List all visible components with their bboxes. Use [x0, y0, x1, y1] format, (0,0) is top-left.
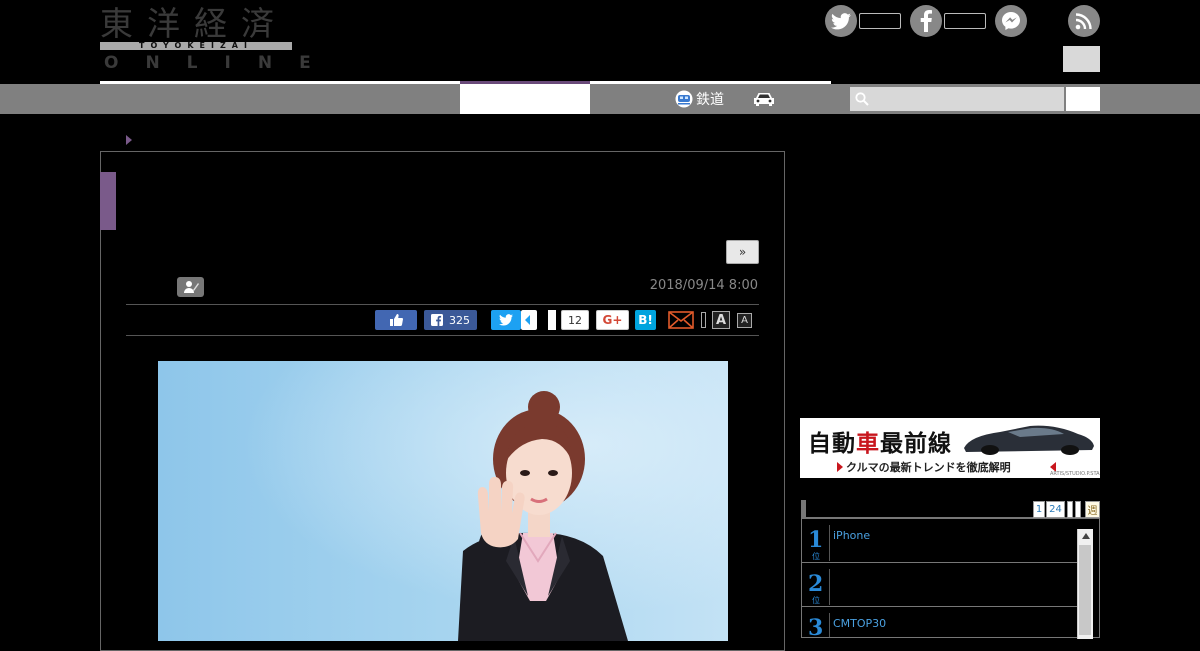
twitter-icon	[831, 12, 851, 29]
search-button[interactable]	[1066, 87, 1100, 111]
facebook-follow-button[interactable]	[910, 5, 942, 37]
ranking-scroll-thumb[interactable]	[1079, 545, 1091, 635]
tweet-count-notch	[525, 315, 530, 325]
facebook-icon	[431, 314, 443, 326]
banner-title-a: 自動	[808, 431, 856, 457]
google-plus-button[interactable]: G+	[596, 310, 629, 330]
rank-number: 3	[808, 615, 824, 638]
ranking-header-marker	[801, 500, 806, 518]
breadcrumb-arrow-icon	[126, 135, 132, 145]
ranking-item-2[interactable]: 2 位	[802, 563, 1079, 607]
banner-subtitle: クルマの最新トレンドを徹底解明	[846, 461, 1011, 474]
facebook-share-count: 325	[449, 313, 470, 327]
article-main-photo	[158, 361, 728, 641]
tweet-button[interactable]	[491, 310, 521, 330]
font-size-large-button[interactable]: A	[712, 311, 730, 329]
mail-icon	[668, 311, 694, 329]
banner-title-b: 最前線	[880, 431, 952, 457]
twitter-follower-count	[859, 13, 901, 29]
rank-number: 1	[808, 527, 824, 553]
sports-car-image	[964, 425, 1094, 455]
site-logo[interactable]: 東洋経済 TOYOKEIZAI ONLINE	[100, 4, 338, 73]
pocket-button[interactable]	[548, 310, 556, 330]
twitter-icon	[499, 314, 513, 326]
banner-title: 自動車最前線	[808, 424, 952, 458]
messenger-icon	[1002, 12, 1020, 30]
search-icon	[855, 92, 869, 106]
ranking-tab-1h[interactable]: 1	[1033, 501, 1045, 518]
rss-icon	[1075, 13, 1092, 30]
ranking-tab-weekly[interactable]: 週	[1085, 501, 1100, 518]
font-size-small-button[interactable]: A	[737, 313, 752, 328]
facebook-like-button[interactable]	[375, 310, 417, 330]
publish-date: 2018/09/14 8:00	[649, 278, 758, 293]
next-page-button[interactable]: »	[726, 240, 759, 264]
twitter-follow-button[interactable]	[825, 5, 857, 37]
car-icon	[754, 93, 774, 106]
share-count-bubble: 12	[561, 310, 589, 330]
search-input[interactable]	[872, 87, 1062, 111]
ranking-tab-4[interactable]	[1075, 501, 1081, 518]
ranking-item-3[interactable]: 3 位 CMTOP30	[802, 607, 1079, 638]
banner-title-red: 車	[856, 431, 880, 457]
mail-share-button[interactable]	[668, 311, 694, 333]
thumbs-up-icon	[389, 314, 403, 326]
facebook-share-button[interactable]: 325	[424, 310, 477, 330]
photo-woman-stop-gesture	[158, 361, 728, 641]
rank-title[interactable]: CMTOP30	[833, 617, 886, 630]
rank-suffix: 位	[812, 596, 820, 605]
facebook-like-count	[944, 13, 986, 29]
rank-divider	[829, 569, 830, 605]
rank-title[interactable]: iPhone	[833, 529, 870, 542]
pen-person-icon	[183, 281, 199, 293]
rank-divider	[829, 613, 830, 637]
ranking-tab-24h[interactable]: 24	[1046, 501, 1065, 518]
logo-kanji: 東洋経済	[100, 4, 288, 43]
rank-suffix: 位	[812, 552, 820, 561]
share-bar-top-border	[126, 304, 759, 305]
title-accent-bar	[100, 172, 116, 230]
login-button[interactable]	[1063, 46, 1100, 72]
logo-online: ONLINE	[104, 53, 338, 73]
hatena-bookmark-button[interactable]: B!	[635, 310, 656, 330]
facebook-icon	[920, 10, 932, 32]
logo-romaji: TOYOKEIZAI	[100, 42, 292, 50]
messenger-button[interactable]	[995, 5, 1027, 37]
scroll-up-arrow-icon[interactable]	[1078, 529, 1093, 543]
train-icon	[675, 90, 693, 108]
nav-item-label: 鉄道	[696, 92, 724, 108]
rank-divider	[829, 525, 830, 561]
search-box	[850, 87, 1064, 111]
nav-item-tetsudo[interactable]: 鉄道	[675, 89, 724, 109]
nav-item-car[interactable]	[752, 90, 776, 112]
ranking-list: 1 位 iPhone 2 位 3 位 CMTOP30	[801, 518, 1100, 638]
ranking-item-1[interactable]: 1 位 iPhone	[802, 519, 1079, 563]
rss-button[interactable]	[1068, 5, 1100, 37]
ranking-tab-3[interactable]	[1067, 501, 1073, 518]
author-profile-icon[interactable]	[177, 277, 204, 297]
banner-credit: ARTIS/STUDIO.P.STA	[1050, 471, 1100, 477]
share-bar-bottom-border	[126, 335, 759, 336]
banner-arrow-left-icon	[837, 462, 843, 472]
nav-tab-active[interactable]	[460, 84, 590, 114]
rank-number: 2	[808, 571, 824, 597]
car-frontline-banner[interactable]: 自動車最前線 クルマの最新トレンドを徹底解明 ARTIS/STUDIO.P.ST…	[800, 418, 1100, 478]
print-button[interactable]	[701, 312, 706, 328]
